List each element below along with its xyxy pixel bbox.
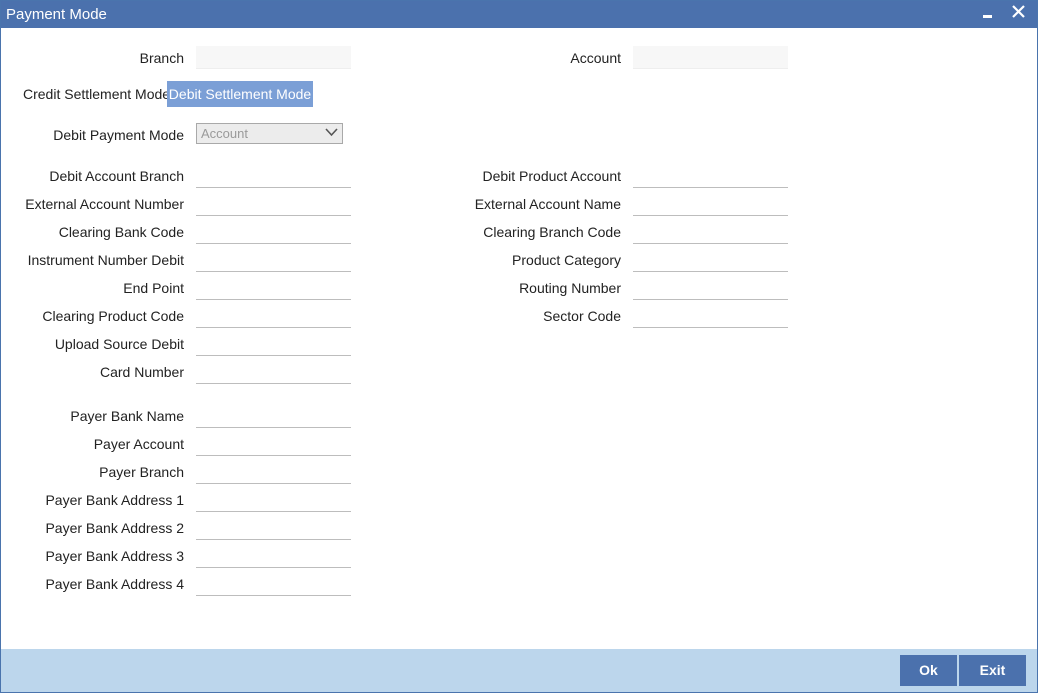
chevron-down-icon bbox=[325, 128, 338, 137]
clearing-bank-code-field[interactable] bbox=[196, 221, 351, 244]
card-number-label: Card Number bbox=[99, 364, 184, 380]
payer-bank-name-field[interactable] bbox=[196, 405, 351, 428]
debit-product-account-field[interactable] bbox=[633, 165, 788, 188]
account-field[interactable] bbox=[633, 46, 788, 69]
clearing-branch-code-label: Clearing Branch Code bbox=[483, 224, 621, 240]
payer-bank-address-3-label: Payer Bank Address 3 bbox=[45, 548, 184, 564]
close-button[interactable] bbox=[1007, 1, 1029, 27]
minimize-icon bbox=[983, 15, 992, 18]
payer-account-field[interactable] bbox=[196, 433, 351, 456]
clearing-product-code-field[interactable] bbox=[196, 305, 351, 328]
payer-bank-address-2-label: Payer Bank Address 2 bbox=[45, 520, 184, 536]
instrument-number-debit-field[interactable] bbox=[196, 249, 351, 272]
sector-code-label: Sector Code bbox=[543, 308, 621, 324]
payer-bank-address-1-label: Payer Bank Address 1 bbox=[45, 492, 184, 508]
product-category-label: Product Category bbox=[512, 252, 621, 268]
close-icon bbox=[1012, 5, 1025, 18]
sector-code-field[interactable] bbox=[633, 305, 788, 328]
ok-button[interactable]: Ok bbox=[900, 655, 957, 686]
debit-payment-mode-label: Debit Payment Mode bbox=[53, 127, 184, 143]
account-label: Account bbox=[570, 50, 621, 66]
product-category-field[interactable] bbox=[633, 249, 788, 272]
branch-field[interactable] bbox=[196, 46, 351, 69]
instrument-number-debit-label: Instrument Number Debit bbox=[27, 252, 184, 268]
clearing-bank-code-label: Clearing Bank Code bbox=[58, 224, 184, 240]
payer-bank-address-4-label: Payer Bank Address 4 bbox=[45, 576, 184, 592]
routing-number-field[interactable] bbox=[633, 277, 788, 300]
end-point-field[interactable] bbox=[196, 277, 351, 300]
debit-payment-mode-select[interactable]: Account bbox=[196, 123, 343, 144]
external-account-name-field[interactable] bbox=[633, 193, 788, 216]
clearing-branch-code-field[interactable] bbox=[633, 221, 788, 244]
payment-mode-window: Payment Mode Branch Account Credit Settl… bbox=[0, 0, 1038, 693]
payer-bank-address-3-field[interactable] bbox=[196, 545, 351, 568]
external-account-number-field[interactable] bbox=[196, 193, 351, 216]
debit-account-branch-field[interactable] bbox=[196, 165, 351, 188]
payer-bank-address-4-field[interactable] bbox=[196, 573, 351, 596]
branch-label: Branch bbox=[139, 50, 184, 66]
payer-bank-name-label: Payer Bank Name bbox=[70, 408, 184, 424]
window-title: Payment Mode bbox=[6, 6, 107, 23]
title-bar: Payment Mode bbox=[1, 1, 1037, 28]
debit-product-account-label: Debit Product Account bbox=[482, 168, 621, 184]
debit-account-branch-label: Debit Account Branch bbox=[49, 168, 184, 184]
payer-branch-field[interactable] bbox=[196, 461, 351, 484]
routing-number-label: Routing Number bbox=[519, 280, 621, 296]
card-number-field[interactable] bbox=[196, 361, 351, 384]
end-point-label: End Point bbox=[123, 280, 184, 296]
tab-credit-settlement-mode[interactable]: Credit Settlement Mode bbox=[15, 81, 175, 107]
exit-button[interactable]: Exit bbox=[959, 655, 1026, 686]
payer-account-label: Payer Account bbox=[93, 436, 184, 452]
external-account-name-label: External Account Name bbox=[474, 196, 621, 212]
payer-branch-label: Payer Branch bbox=[99, 464, 184, 480]
external-account-number-label: External Account Number bbox=[25, 196, 184, 212]
footer-bar: Ok Exit bbox=[1, 649, 1037, 692]
minimize-button[interactable] bbox=[976, 1, 998, 27]
payer-bank-address-1-field[interactable] bbox=[196, 489, 351, 512]
tab-debit-settlement-mode[interactable]: Debit Settlement Mode bbox=[167, 81, 313, 107]
payer-bank-address-2-field[interactable] bbox=[196, 517, 351, 540]
upload-source-debit-field[interactable] bbox=[196, 333, 351, 356]
debit-payment-mode-value: Account bbox=[201, 126, 248, 141]
clearing-product-code-label: Clearing Product Code bbox=[42, 308, 184, 324]
upload-source-debit-label: Upload Source Debit bbox=[54, 336, 184, 352]
